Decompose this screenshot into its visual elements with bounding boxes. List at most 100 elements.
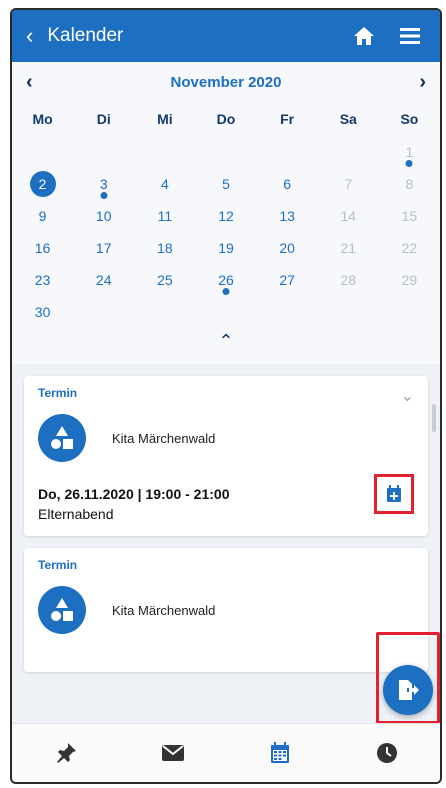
calendar-day[interactable]: 22 bbox=[379, 232, 440, 264]
back-button[interactable]: ‹ bbox=[26, 23, 33, 49]
app-frame: ‹ Kalender ‹ November 2020 › Mo Di Mi Do Fr S… bbox=[10, 8, 442, 784]
month-navigation: ‹ November 2020 › bbox=[12, 62, 440, 102]
calendar-empty-cell bbox=[73, 136, 134, 168]
mail-icon[interactable] bbox=[151, 731, 195, 775]
weekday-label: Fr bbox=[280, 111, 295, 127]
calendar-add-icon[interactable] bbox=[374, 474, 414, 514]
calendar-day[interactable]: 16 bbox=[12, 232, 73, 264]
event-list: Termin ⌄ Kita Märchenwald Do, 26.11.2020… bbox=[12, 364, 440, 740]
calendar-day[interactable]: 25 bbox=[134, 264, 195, 296]
calendar-day[interactable]: 10 bbox=[73, 200, 134, 232]
calendar-day[interactable]: 21 bbox=[318, 232, 379, 264]
scrollbar[interactable] bbox=[432, 404, 436, 432]
calendar-empty-cell bbox=[318, 136, 379, 168]
calendar-empty-cell bbox=[195, 296, 256, 328]
calendar-grid: 1 2 3 4 5 6 7 8 9 10 11 12 13 14 15 16 17 18 19 20 21 22 23 24 2… bbox=[12, 136, 440, 328]
event-indicator-dot bbox=[405, 160, 413, 167]
prev-month-button[interactable]: ‹ bbox=[26, 71, 33, 94]
next-month-button[interactable]: › bbox=[419, 71, 426, 94]
day-number: 24 bbox=[95, 272, 112, 288]
collapse-calendar-button[interactable]: ⌃ bbox=[12, 328, 440, 354]
event-type-label: Termin bbox=[38, 386, 78, 400]
calendar-day[interactable]: 3 bbox=[73, 168, 134, 200]
day-number: 18 bbox=[157, 240, 173, 256]
shapes-avatar-icon bbox=[38, 586, 86, 634]
clock-icon[interactable] bbox=[365, 731, 409, 775]
weekday-label: Sa bbox=[339, 111, 357, 127]
day-number: 20 bbox=[279, 240, 295, 256]
calendar-day[interactable]: 30 bbox=[12, 296, 73, 328]
shapes-avatar-icon bbox=[38, 414, 86, 462]
calendar-day[interactable]: 6 bbox=[257, 168, 318, 200]
day-number: 23 bbox=[34, 272, 51, 288]
home-icon[interactable] bbox=[348, 20, 380, 52]
day-number: 6 bbox=[283, 176, 292, 192]
calendar-week-row: 1 bbox=[12, 136, 440, 168]
calendar-day[interactable]: 12 bbox=[195, 200, 256, 232]
calendar-day[interactable]: 28 bbox=[318, 264, 379, 296]
calendar-day[interactable]: 1 bbox=[379, 136, 440, 168]
event-card[interactable]: Termin ⌄ Kita Märchenwald Do, 26.11.2020… bbox=[24, 376, 428, 536]
calendar-empty-cell bbox=[195, 136, 256, 168]
weekday-label: Di bbox=[96, 111, 111, 127]
event-datetime: Do, 26.11.2020 | 19:00 - 21:00 bbox=[38, 486, 230, 502]
day-number: 19 bbox=[218, 240, 234, 256]
calendar-day[interactable]: 11 bbox=[134, 200, 195, 232]
pin-icon[interactable] bbox=[44, 731, 88, 775]
day-number: 13 bbox=[279, 208, 295, 224]
calendar-empty-cell bbox=[73, 296, 134, 328]
hamburger-menu-icon[interactable] bbox=[394, 20, 426, 52]
calendar-day[interactable]: 18 bbox=[134, 232, 195, 264]
day-number: 21 bbox=[340, 240, 357, 256]
month-label: November 2020 bbox=[170, 73, 282, 91]
day-number: 27 bbox=[279, 272, 295, 288]
day-number: 15 bbox=[401, 208, 418, 224]
calendar-day[interactable]: 5 bbox=[195, 168, 256, 200]
organization-name: Kita Märchenwald bbox=[112, 430, 216, 446]
event-indicator-dot bbox=[100, 192, 108, 199]
calendar-empty-cell bbox=[257, 296, 318, 328]
calendar-day[interactable]: 17 bbox=[73, 232, 134, 264]
calendar-day[interactable]: 2 bbox=[12, 168, 73, 200]
calendar-day[interactable]: 7 bbox=[318, 168, 379, 200]
calendar-day[interactable]: 20 bbox=[257, 232, 318, 264]
day-number: 14 bbox=[340, 208, 357, 224]
calendar-day[interactable]: 27 bbox=[257, 264, 318, 296]
page-title: Kalender bbox=[47, 25, 124, 46]
calendar-day[interactable]: 14 bbox=[318, 200, 379, 232]
calendar-day[interactable]: 29 bbox=[379, 264, 440, 296]
day-number: 30 bbox=[34, 304, 51, 320]
calendar-day[interactable]: 13 bbox=[257, 200, 318, 232]
event-card[interactable]: Termin Kita Märchenwald bbox=[24, 548, 428, 672]
calendar-empty-cell bbox=[379, 296, 440, 328]
highlight-box bbox=[376, 632, 440, 724]
organization-name: Kita Märchenwald bbox=[112, 602, 216, 618]
weekday-label: So bbox=[400, 111, 419, 127]
day-number: 11 bbox=[157, 208, 173, 224]
day-number: 17 bbox=[95, 240, 112, 256]
calendar-day[interactable]: 23 bbox=[12, 264, 73, 296]
day-number: 4 bbox=[160, 176, 169, 192]
day-number: 5 bbox=[222, 176, 230, 192]
chevron-down-icon[interactable]: ⌄ bbox=[401, 386, 414, 406]
calendar-week-row: 23 24 25 26 27 28 29 bbox=[12, 264, 440, 296]
calendar-week-row: 30 bbox=[12, 296, 440, 328]
event-indicator-dot bbox=[222, 288, 230, 295]
day-number: 7 bbox=[344, 176, 353, 192]
calendar-day[interactable]: 9 bbox=[12, 200, 73, 232]
day-number: 26 bbox=[218, 272, 234, 288]
calendar-day[interactable]: 8 bbox=[379, 168, 440, 200]
calendar-day[interactable]: 24 bbox=[73, 264, 134, 296]
day-number: 2 bbox=[29, 171, 56, 197]
calendar-week-row: 2 3 4 5 6 7 8 bbox=[12, 168, 440, 200]
calendar-day[interactable]: 19 bbox=[195, 232, 256, 264]
day-number: 12 bbox=[218, 208, 234, 224]
calendar-day[interactable]: 26 bbox=[195, 264, 256, 296]
calendar-day[interactable]: 4 bbox=[134, 168, 195, 200]
calendar-day[interactable]: 15 bbox=[379, 200, 440, 232]
calendar-icon[interactable] bbox=[258, 731, 302, 775]
file-export-icon[interactable] bbox=[383, 665, 433, 715]
day-number: 10 bbox=[95, 208, 112, 224]
day-number: 22 bbox=[401, 240, 418, 256]
month-calendar: ‹ November 2020 › Mo Di Mi Do Fr Sa So 1234567… bbox=[12, 62, 440, 364]
